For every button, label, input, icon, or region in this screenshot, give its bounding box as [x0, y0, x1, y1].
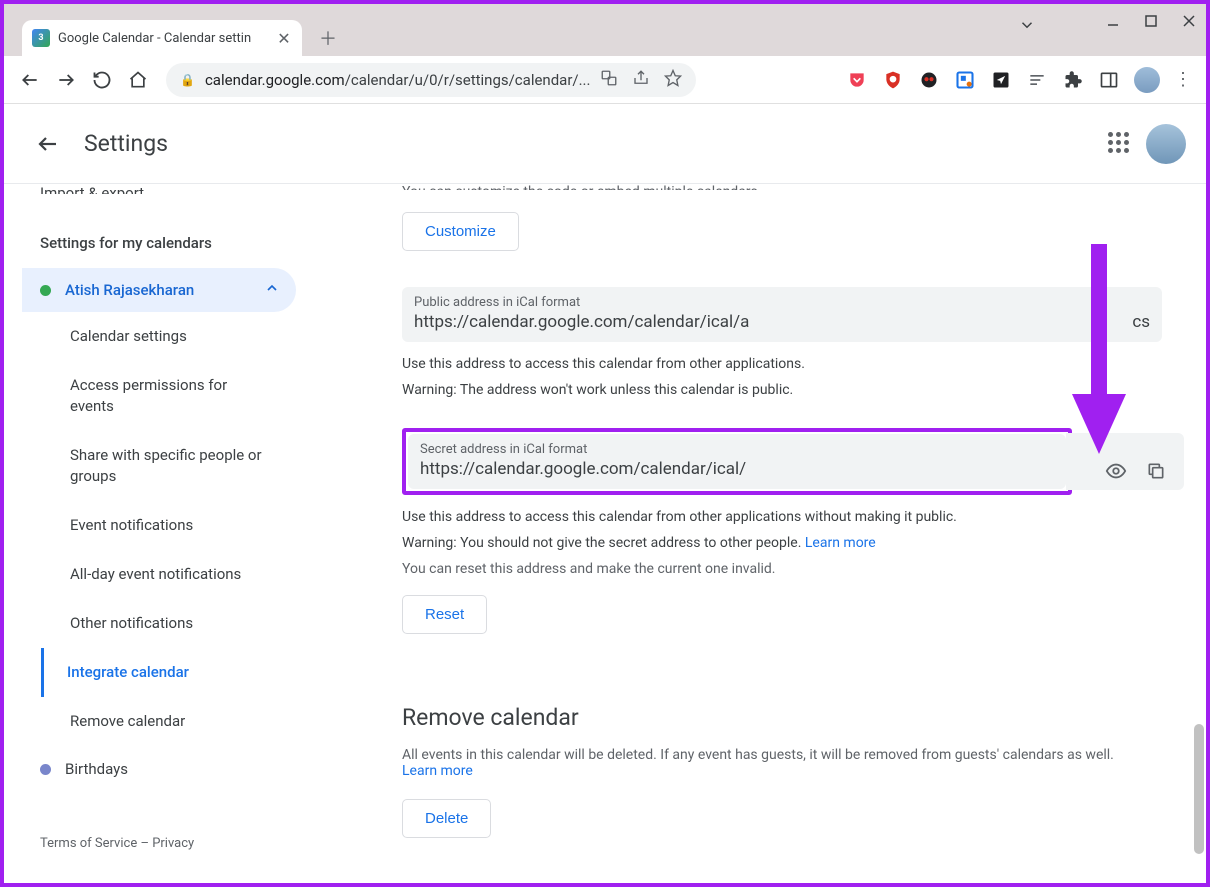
close-window-icon[interactable] [1182, 14, 1196, 32]
browser-tab[interactable]: 3 Google Calendar - Calendar settin ✕ [22, 20, 302, 56]
extension-icon-3[interactable] [918, 69, 940, 91]
field-value-trailing: cs [1132, 312, 1150, 332]
extension-icon-6[interactable] [1026, 69, 1048, 91]
settings-content: You can customize the code or embed mult… [304, 184, 1206, 883]
translate-icon[interactable] [600, 69, 618, 91]
sidebar-footer: Terms of Service – Privacy [4, 836, 304, 863]
sidepanel-icon[interactable] [1098, 69, 1120, 91]
reload-icon[interactable] [90, 68, 114, 92]
calendar-color-dot [40, 764, 51, 775]
url-text: calendar.google.com/calendar/u/0/r/setti… [205, 71, 591, 89]
calendar-color-dot [40, 285, 51, 296]
pocket-extension-icon[interactable] [846, 69, 868, 91]
privacy-link[interactable]: Privacy [152, 836, 194, 851]
sidebar-subitem-access-permissions[interactable]: Access permissions for events [44, 361, 304, 431]
tab-title: Google Calendar - Calendar settin [58, 31, 276, 46]
field-value: https://calendar.google.com/calendar/ica… [420, 459, 1054, 479]
address-bar[interactable]: 🔒 calendar.google.com/calendar/u/0/r/set… [166, 63, 696, 97]
public-address-field[interactable]: Public address in iCal format https://ca… [402, 287, 1162, 342]
field-label: Secret address in iCal format [420, 442, 1054, 457]
sidebar-subitem-allday-notifications[interactable]: All-day event notifications [44, 550, 304, 599]
sidebar-calendar-item-birthdays[interactable]: Birthdays [4, 746, 304, 792]
calendar-favicon: 3 [32, 29, 50, 47]
new-tab-button[interactable]: ＋ [314, 24, 342, 52]
minimize-icon[interactable] [1106, 14, 1120, 32]
chevron-up-icon [264, 280, 280, 300]
extensions-puzzle-icon[interactable] [1062, 69, 1084, 91]
lock-icon: 🔒 [180, 73, 195, 87]
secret-address-help: Use this address to access this calendar… [402, 509, 1186, 525]
forward-icon[interactable] [54, 68, 78, 92]
chevron-down-icon[interactable] [1018, 16, 1036, 38]
delete-button[interactable]: Delete [402, 799, 491, 838]
share-icon[interactable] [632, 69, 650, 91]
sidebar-subitem-integrate-calendar[interactable]: Integrate calendar [41, 648, 304, 697]
sidebar-subitem-remove-calendar[interactable]: Remove calendar [44, 697, 304, 746]
sidebar-subitem-other-notifications[interactable]: Other notifications [44, 599, 304, 648]
sidebar-subitem-event-notifications[interactable]: Event notifications [44, 501, 304, 550]
scrollbar-thumb[interactable] [1194, 724, 1204, 854]
back-icon[interactable] [18, 68, 42, 92]
secret-address-warning: Warning: You should not give the secret … [402, 535, 1186, 551]
page-title: Settings [84, 130, 168, 157]
ublock-extension-icon[interactable] [882, 69, 904, 91]
close-tab-icon[interactable]: ✕ [276, 30, 292, 46]
field-label: Public address in iCal format [414, 295, 1150, 310]
sidebar-calendar-item-active[interactable]: Atish Rajasekharan [22, 268, 296, 312]
sidebar-item-import-export[interactable]: Import & export [4, 184, 304, 194]
reset-help-text: You can reset this address and make the … [402, 561, 1186, 577]
kebab-menu-icon[interactable]: ⋮ [1174, 69, 1192, 90]
account-avatar[interactable] [1146, 124, 1186, 164]
settings-sidebar: Import & export Settings for my calendar… [4, 184, 304, 883]
sidebar-subitem-share[interactable]: Share with specific people or groups [44, 431, 304, 501]
field-value: https://calendar.google.com/calendar/ica… [414, 312, 1150, 332]
sidebar-section-heading: Settings for my calendars [4, 194, 304, 268]
settings-back-arrow-icon[interactable] [28, 124, 68, 164]
extension-icon-4[interactable] [954, 69, 976, 91]
extension-icon-5[interactable] [990, 69, 1012, 91]
learn-more-link[interactable]: Learn more [805, 535, 876, 551]
highlight-annotation: Secret address in iCal format https://ca… [402, 428, 1072, 495]
remove-calendar-body: All events in this calendar will be dele… [402, 747, 1142, 779]
calendar-name: Atish Rajasekharan [65, 281, 194, 299]
terms-link[interactable]: Terms of Service [40, 836, 137, 851]
reset-button[interactable]: Reset [402, 595, 487, 634]
profile-avatar-small[interactable] [1134, 67, 1160, 93]
sidebar-subitem-calendar-settings[interactable]: Calendar settings [44, 312, 304, 361]
remove-calendar-heading: Remove calendar [402, 704, 1186, 731]
browser-toolbar: 🔒 calendar.google.com/calendar/u/0/r/set… [4, 56, 1206, 104]
customize-button[interactable]: Customize [402, 212, 519, 251]
maximize-icon[interactable] [1144, 14, 1158, 32]
copy-icon[interactable] [1136, 451, 1176, 491]
truncated-help-text: You can customize the code or embed mult… [402, 184, 1186, 190]
scrollbar[interactable] [1190, 184, 1204, 883]
secret-address-field[interactable]: Secret address in iCal format https://ca… [408, 434, 1066, 489]
calendar-name: Birthdays [65, 760, 128, 778]
browser-titlebar: 3 Google Calendar - Calendar settin ✕ ＋ [4, 4, 1206, 56]
google-apps-icon[interactable] [1108, 132, 1130, 154]
arrow-annotation [1064, 244, 1134, 464]
learn-more-link[interactable]: Learn more [402, 763, 473, 779]
app-header: Settings [4, 104, 1206, 184]
star-icon[interactable] [664, 69, 682, 91]
home-icon[interactable] [126, 68, 150, 92]
